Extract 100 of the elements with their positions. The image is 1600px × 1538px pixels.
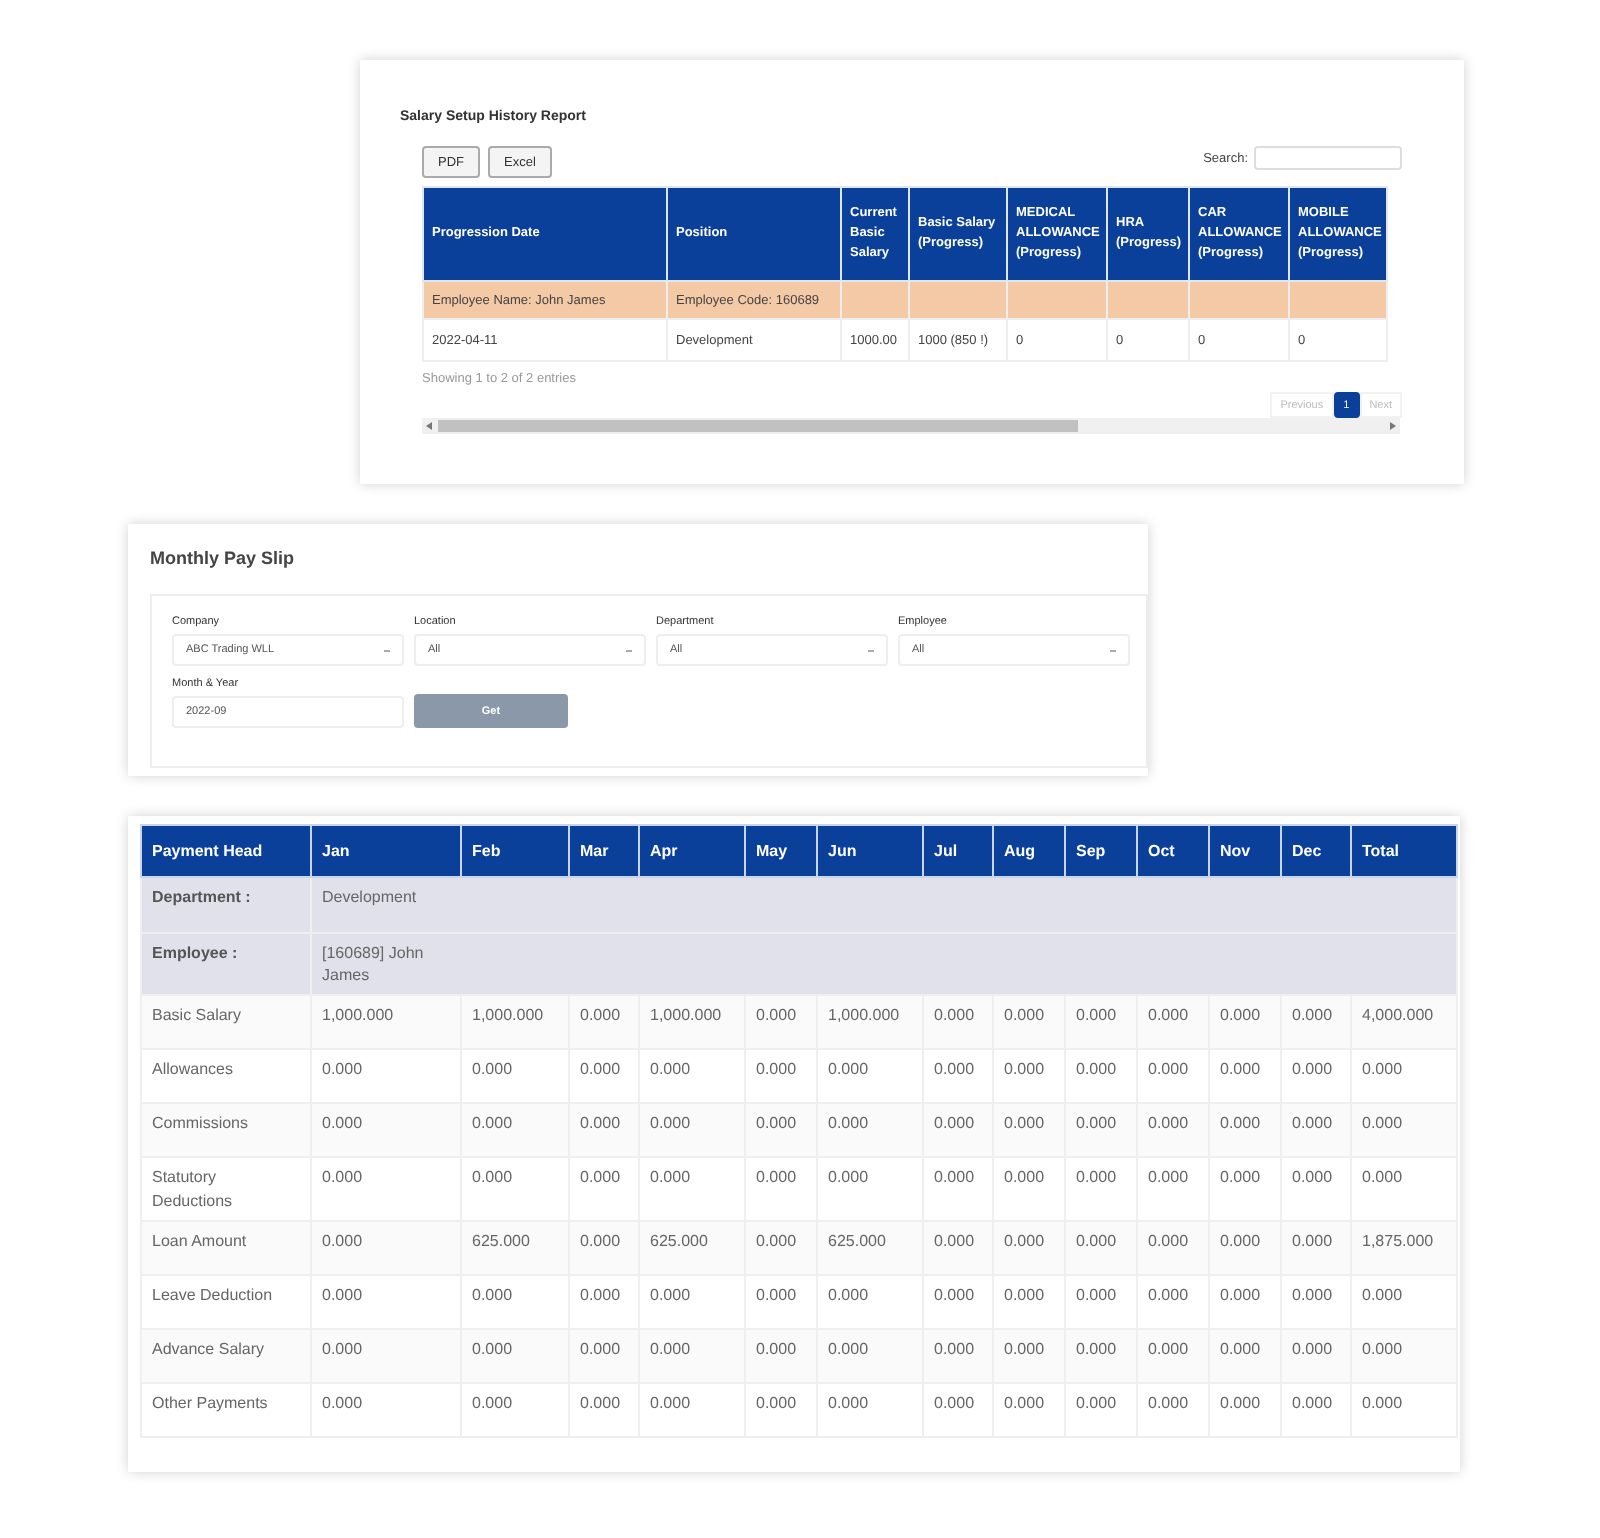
table-cell: 0.000 bbox=[1065, 1382, 1137, 1437]
table-cell: 0.000 bbox=[1065, 1049, 1137, 1104]
table-cell: 0.000 bbox=[1137, 1274, 1209, 1329]
row-header: Commissions bbox=[141, 1103, 311, 1158]
scroll-left-icon[interactable] bbox=[426, 422, 434, 430]
table-cell: 0.000 bbox=[1209, 1049, 1281, 1104]
table-cell: 0.000 bbox=[745, 1382, 817, 1437]
row-header: Leave Deduction bbox=[141, 1274, 311, 1329]
column-header[interactable]: Total bbox=[1351, 825, 1457, 877]
table-cell: 0.000 bbox=[1209, 1103, 1281, 1158]
table-cell: 0.000 bbox=[817, 1274, 923, 1329]
table-cell: 0.000 bbox=[311, 1103, 461, 1158]
column-header[interactable]: Apr bbox=[639, 825, 745, 877]
table-cell: 0.000 bbox=[569, 1328, 639, 1383]
table-cell: 0.000 bbox=[1209, 1220, 1281, 1275]
table-cell: 0.000 bbox=[745, 1049, 817, 1104]
table-cell: 0.000 bbox=[569, 1157, 639, 1221]
scroll-right-icon[interactable] bbox=[1388, 422, 1396, 430]
table-cell: 0.000 bbox=[569, 1274, 639, 1329]
table-cell: 0.000 bbox=[639, 1274, 745, 1329]
column-header[interactable]: Jul bbox=[923, 825, 993, 877]
table-cell: 0.000 bbox=[1065, 1220, 1137, 1275]
table-cell: 1,000.000 bbox=[311, 995, 461, 1050]
table-cell: 0.000 bbox=[311, 1382, 461, 1437]
table-cell: 0.000 bbox=[569, 1103, 639, 1158]
row-header: Allowances bbox=[141, 1049, 311, 1104]
table-cell: 0.000 bbox=[817, 1382, 923, 1437]
table-cell: 0.000 bbox=[1209, 995, 1281, 1050]
table-cell: 0.000 bbox=[1065, 1103, 1137, 1158]
table-cell: 0.000 bbox=[1137, 1103, 1209, 1158]
group-label: Employee : bbox=[141, 933, 311, 996]
table-cell: 0.000 bbox=[923, 1049, 993, 1104]
table-cell: 0.000 bbox=[639, 1103, 745, 1158]
table-cell: 1,000.000 bbox=[817, 995, 923, 1050]
table-cell: 0.000 bbox=[993, 1157, 1065, 1221]
column-header[interactable]: Dec bbox=[1281, 825, 1351, 877]
row-header: Other Payments bbox=[141, 1382, 311, 1437]
column-header[interactable]: Feb bbox=[461, 825, 569, 877]
table-cell: 0.000 bbox=[1351, 1328, 1457, 1383]
table-cell: 0.000 bbox=[993, 1328, 1065, 1383]
table-cell: 0.000 bbox=[461, 1049, 569, 1104]
table-cell: 0.000 bbox=[1065, 995, 1137, 1050]
table-cell: 0.000 bbox=[993, 1049, 1065, 1104]
column-header[interactable]: Jun bbox=[817, 825, 923, 877]
table-cell: 0.000 bbox=[1351, 1382, 1457, 1437]
table-cell: 0.000 bbox=[1281, 1328, 1351, 1383]
column-header[interactable]: Sep bbox=[1065, 825, 1137, 877]
table-cell: 625.000 bbox=[817, 1220, 923, 1275]
table-cell: 0.000 bbox=[1209, 1382, 1281, 1437]
column-header[interactable]: Aug bbox=[993, 825, 1065, 877]
table-cell: 0.000 bbox=[1137, 1220, 1209, 1275]
table-cell: 0.000 bbox=[461, 1274, 569, 1329]
table-cell: 0.000 bbox=[569, 1382, 639, 1437]
table-cell: 0.000 bbox=[639, 1157, 745, 1221]
table-cell: 0.000 bbox=[923, 1157, 993, 1221]
table-cell: 0.000 bbox=[1351, 1274, 1457, 1329]
horizontal-scrollbar[interactable] bbox=[422, 418, 1400, 434]
row-header: Statutory Deductions bbox=[141, 1157, 311, 1221]
table-cell: 0.000 bbox=[639, 1049, 745, 1104]
row-header: Basic Salary bbox=[141, 995, 311, 1050]
column-header[interactable]: Jan bbox=[311, 825, 461, 877]
table-cell: 0.000 bbox=[1351, 1103, 1457, 1158]
table-cell: 0.000 bbox=[461, 1103, 569, 1158]
table-cell: 0.000 bbox=[1281, 1382, 1351, 1437]
table-cell: 0.000 bbox=[311, 1220, 461, 1275]
row-header: Advance Salary bbox=[141, 1328, 311, 1383]
table-cell: 0.000 bbox=[745, 1274, 817, 1329]
table-cell: 0.000 bbox=[817, 1157, 923, 1221]
table-cell: 0.000 bbox=[1351, 1157, 1457, 1221]
column-header[interactable]: Payment Head bbox=[141, 825, 311, 877]
column-header[interactable]: Nov bbox=[1209, 825, 1281, 877]
table-cell: 0.000 bbox=[569, 1049, 639, 1104]
table-cell: 0.000 bbox=[817, 1328, 923, 1383]
table-cell: 0.000 bbox=[923, 1103, 993, 1158]
table-cell: 0.000 bbox=[639, 1328, 745, 1383]
table-cell: 0.000 bbox=[1281, 995, 1351, 1050]
table-cell: 0.000 bbox=[461, 1157, 569, 1221]
table-cell: 1,875.000 bbox=[1351, 1220, 1457, 1275]
column-header[interactable]: Oct bbox=[1137, 825, 1209, 877]
table-cell: 0.000 bbox=[1281, 1274, 1351, 1329]
row-header: Loan Amount bbox=[141, 1220, 311, 1275]
table-cell: 0.000 bbox=[923, 1274, 993, 1329]
table-cell: 0.000 bbox=[1137, 1328, 1209, 1383]
column-header[interactable]: May bbox=[745, 825, 817, 877]
group-value: [160689] John James bbox=[322, 942, 426, 987]
table-cell: 0.000 bbox=[923, 995, 993, 1050]
table-cell: 625.000 bbox=[639, 1220, 745, 1275]
table-cell: 0.000 bbox=[923, 1220, 993, 1275]
table-cell: 0.000 bbox=[817, 1049, 923, 1104]
table-cell: 0.000 bbox=[993, 1382, 1065, 1437]
table-cell: 0.000 bbox=[817, 1103, 923, 1158]
table-cell: 1,000.000 bbox=[639, 995, 745, 1050]
table-cell: 0.000 bbox=[1281, 1103, 1351, 1158]
table-cell: 0.000 bbox=[923, 1328, 993, 1383]
search-field[interactable] bbox=[1254, 146, 1402, 170]
table-cell: 0.000 bbox=[993, 1103, 1065, 1158]
table-cell: 0.000 bbox=[311, 1328, 461, 1383]
table-cell: 0.000 bbox=[1065, 1274, 1137, 1329]
table-cell: 4,000.000 bbox=[1351, 995, 1457, 1050]
column-header[interactable]: Mar bbox=[569, 825, 639, 877]
